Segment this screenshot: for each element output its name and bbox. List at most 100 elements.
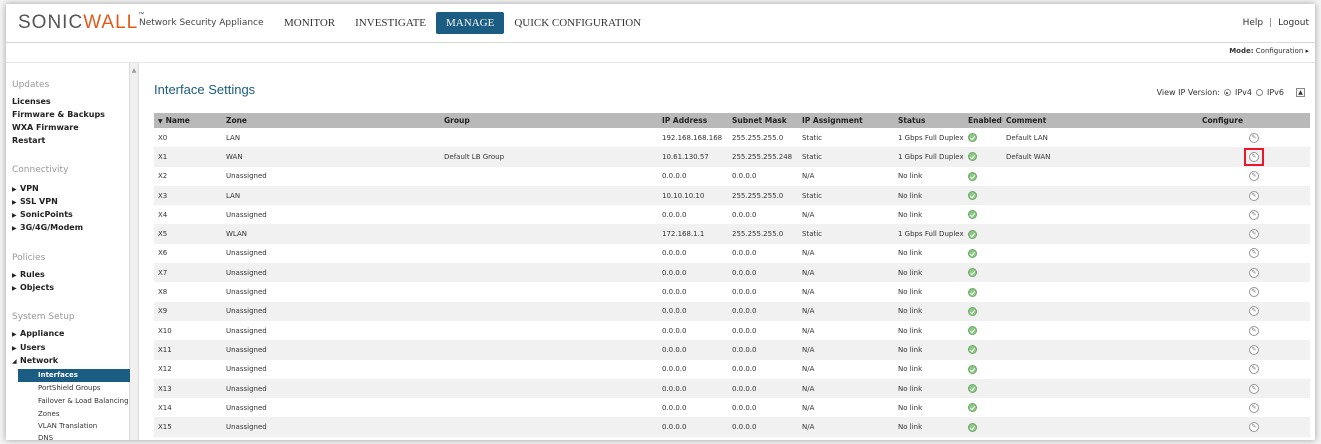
ipv6-radio[interactable] — [1255, 89, 1263, 96]
table-row[interactable]: X3 LAN 10.10.10.10 255.255.255.0 Static No li… — [154, 185, 1310, 206]
col-comment[interactable]: Comment — [1002, 113, 1198, 128]
configure-button[interactable]: ✎ — [1249, 383, 1259, 394]
sidebar-item-appliance[interactable]: ▶ Appliance — [12, 329, 64, 338]
table-row[interactable]: X7 Unassigned 0.0.0.0 0.0.0.0 N/A No link ✎ — [154, 263, 1310, 283]
cell-name: X3 — [154, 185, 222, 206]
ip-version-selector: View IP Version: IPv4 IPv6 ▲ — [1157, 88, 1305, 97]
configure-button[interactable]: ✎ — [1249, 402, 1259, 413]
sidebar-item-sonicpoints[interactable]: ▶ SonicPoints — [12, 210, 73, 219]
nav-monitor[interactable]: MONITOR — [274, 12, 345, 34]
table-row[interactable]: X8 Unassigned 0.0.0.0 0.0.0.0 N/A No link ✎ — [154, 282, 1310, 301]
table-row[interactable]: X12 Unassigned 0.0.0.0 0.0.0.0 N/A No link ✎ — [154, 360, 1310, 379]
help-link[interactable]: Help — [1243, 18, 1264, 28]
configure-button[interactable]: ✎ — [1249, 306, 1259, 317]
col-group[interactable]: Group — [440, 113, 658, 128]
sidebar-item-users[interactable]: ▶ Users — [12, 343, 45, 352]
configure-button[interactable]: ✎ — [1249, 229, 1259, 240]
sidebar-item-firmware-backups[interactable]: Firmware & Backups — [12, 110, 105, 119]
cell-ip-address: 0.0.0.0 — [662, 249, 687, 258]
collapse-panel-icon[interactable]: ▲ — [1296, 88, 1305, 97]
cell-enabled — [964, 360, 1002, 379]
configure-button[interactable]: ✎ — [1249, 248, 1259, 259]
cell-zone: Unassigned — [226, 288, 267, 297]
sidebar-item-vpn[interactable]: ▶ VPN — [12, 184, 39, 193]
cell-enabled — [964, 205, 1002, 224]
sidebar-item-failover-load-balancing[interactable]: Failover & Load Balancing — [18, 395, 130, 408]
cell-ip-assignment: N/A — [802, 365, 815, 374]
table-row[interactable]: X1 WAN Default LB Group 10.61.130.57 255.255… — [154, 147, 1310, 167]
table-row[interactable]: X0 LAN 192.168.168.168 255.255.255.0 Static 1… — [154, 128, 1310, 147]
sidebar-scrollbar[interactable]: ▲ — [129, 63, 138, 440]
logout-link[interactable]: Logout — [1278, 18, 1309, 28]
col-subnet-mask[interactable]: Subnet Mask — [728, 113, 798, 128]
nav-investigate[interactable]: INVESTIGATE — [345, 12, 436, 34]
col-ip-assignment[interactable]: IP Assignment — [798, 113, 894, 128]
cell-group — [440, 321, 658, 340]
ipv6-label[interactable]: IPv6 — [1267, 88, 1284, 97]
check-circle-icon — [968, 152, 977, 162]
configure-button[interactable]: ✎ — [1249, 364, 1259, 375]
cell-configure: ✎ — [1198, 398, 1310, 417]
table-row[interactable]: X14 Unassigned 0.0.0.0 0.0.0.0 N/A No link ✎ — [154, 398, 1310, 417]
scroll-up-icon[interactable]: ▲ — [131, 67, 137, 74]
col-name[interactable]: ▼ Name — [154, 113, 222, 128]
configure-button[interactable]: ✎ — [1249, 171, 1259, 182]
configure-button[interactable]: ✎ — [1249, 287, 1259, 298]
sidebar-item-wxa-firmware[interactable]: WXA Firmware — [12, 123, 79, 132]
table-row[interactable]: X4 Unassigned 0.0.0.0 0.0.0.0 N/A No link ✎ — [154, 205, 1310, 224]
nav-quick-configuration[interactable]: QUICK CONFIGURATION — [504, 12, 651, 34]
sidebar-item-portshield-groups[interactable]: PortShield Groups — [18, 382, 130, 395]
configure-button[interactable]: ✎ — [1244, 147, 1264, 166]
table-row[interactable]: X10 Unassigned 0.0.0.0 0.0.0.0 N/A No link ✎ — [154, 321, 1310, 340]
sidebar-item-dns[interactable]: DNS — [18, 432, 130, 440]
cell-name: X5 — [154, 224, 222, 244]
table-row[interactable]: X2 Unassigned 0.0.0.0 0.0.0.0 N/A No link ✎ — [154, 167, 1310, 186]
col-enabled[interactable]: Enabled — [964, 113, 1002, 128]
cell-status: No link — [894, 378, 964, 399]
ip-version-label: View IP Version: — [1156, 88, 1220, 97]
table-row[interactable]: X15 Unassigned 0.0.0.0 0.0.0.0 N/A No link ✎ — [154, 417, 1310, 437]
check-circle-icon — [968, 345, 977, 355]
configure-button[interactable]: ✎ — [1249, 132, 1259, 143]
ipv4-radio[interactable] — [1223, 89, 1231, 96]
table-row[interactable]: X11 Unassigned 0.0.0.0 0.0.0.0 N/A No link ✎ — [154, 340, 1310, 360]
nav-manage[interactable]: MANAGE — [436, 12, 505, 34]
configure-button[interactable]: ✎ — [1249, 267, 1259, 278]
sidebar-item-licenses[interactable]: Licenses — [12, 97, 51, 106]
cell-enabled — [964, 147, 1002, 167]
cell-configure: ✎ — [1198, 417, 1310, 437]
col-status[interactable]: Status — [894, 113, 964, 128]
cell-configure: ✎ — [1198, 185, 1310, 206]
sidebar-item-objects[interactable]: ▶ Objects — [12, 283, 54, 292]
table-body: X0 LAN 192.168.168.168 255.255.255.0 Static 1… — [154, 128, 1310, 437]
cell-comment — [1002, 185, 1198, 206]
col-ip-address[interactable]: IP Address — [658, 113, 728, 128]
sidebar-item-interfaces[interactable]: Interfaces — [18, 369, 130, 382]
sidebar-item-network[interactable]: ◢ Network — [12, 356, 58, 365]
cell-subnet-mask: 0.0.0.0 — [728, 417, 798, 437]
cell-group — [440, 340, 658, 360]
sidebar-item-rules[interactable]: ▶ Rules — [12, 270, 45, 279]
sidebar-group-system-setup: System Setup — [12, 312, 75, 322]
table-row[interactable]: X9 Unassigned 0.0.0.0 0.0.0.0 N/A No link ✎ — [154, 301, 1310, 321]
cell-comment — [1002, 224, 1198, 244]
configure-button[interactable]: ✎ — [1249, 422, 1259, 433]
configure-button[interactable]: ✎ — [1249, 344, 1259, 355]
table-row[interactable]: X6 Unassigned 0.0.0.0 0.0.0.0 N/A No link ✎ — [154, 244, 1310, 263]
configure-button[interactable]: ✎ — [1249, 325, 1259, 336]
mode-indicator[interactable]: Mode: Configuration ▸ — [1229, 47, 1309, 55]
configure-button[interactable]: ✎ — [1249, 190, 1259, 201]
cell-enabled — [964, 301, 1002, 321]
sidebar-item-modem[interactable]: ▶ 3G/4G/Modem — [12, 223, 83, 232]
cell-enabled — [964, 398, 1002, 417]
cell-ip-address: 0.0.0.0 — [662, 403, 687, 412]
sidebar-item-ssl-vpn[interactable]: ▶ SSL VPN — [12, 197, 58, 206]
configure-button[interactable]: ✎ — [1249, 209, 1259, 220]
cell-comment — [1002, 417, 1198, 437]
cell-name: X13 — [154, 378, 222, 399]
ipv4-label[interactable]: IPv4 — [1235, 88, 1252, 97]
sidebar-item-restart[interactable]: Restart — [12, 136, 45, 145]
col-zone[interactable]: Zone — [222, 113, 440, 128]
table-row[interactable]: X5 WLAN 172.168.1.1 255.255.255.0 Static 1 Gb… — [154, 224, 1310, 244]
table-row[interactable]: X13 Unassigned 0.0.0.0 0.0.0.0 N/A No link ✎ — [154, 378, 1310, 399]
